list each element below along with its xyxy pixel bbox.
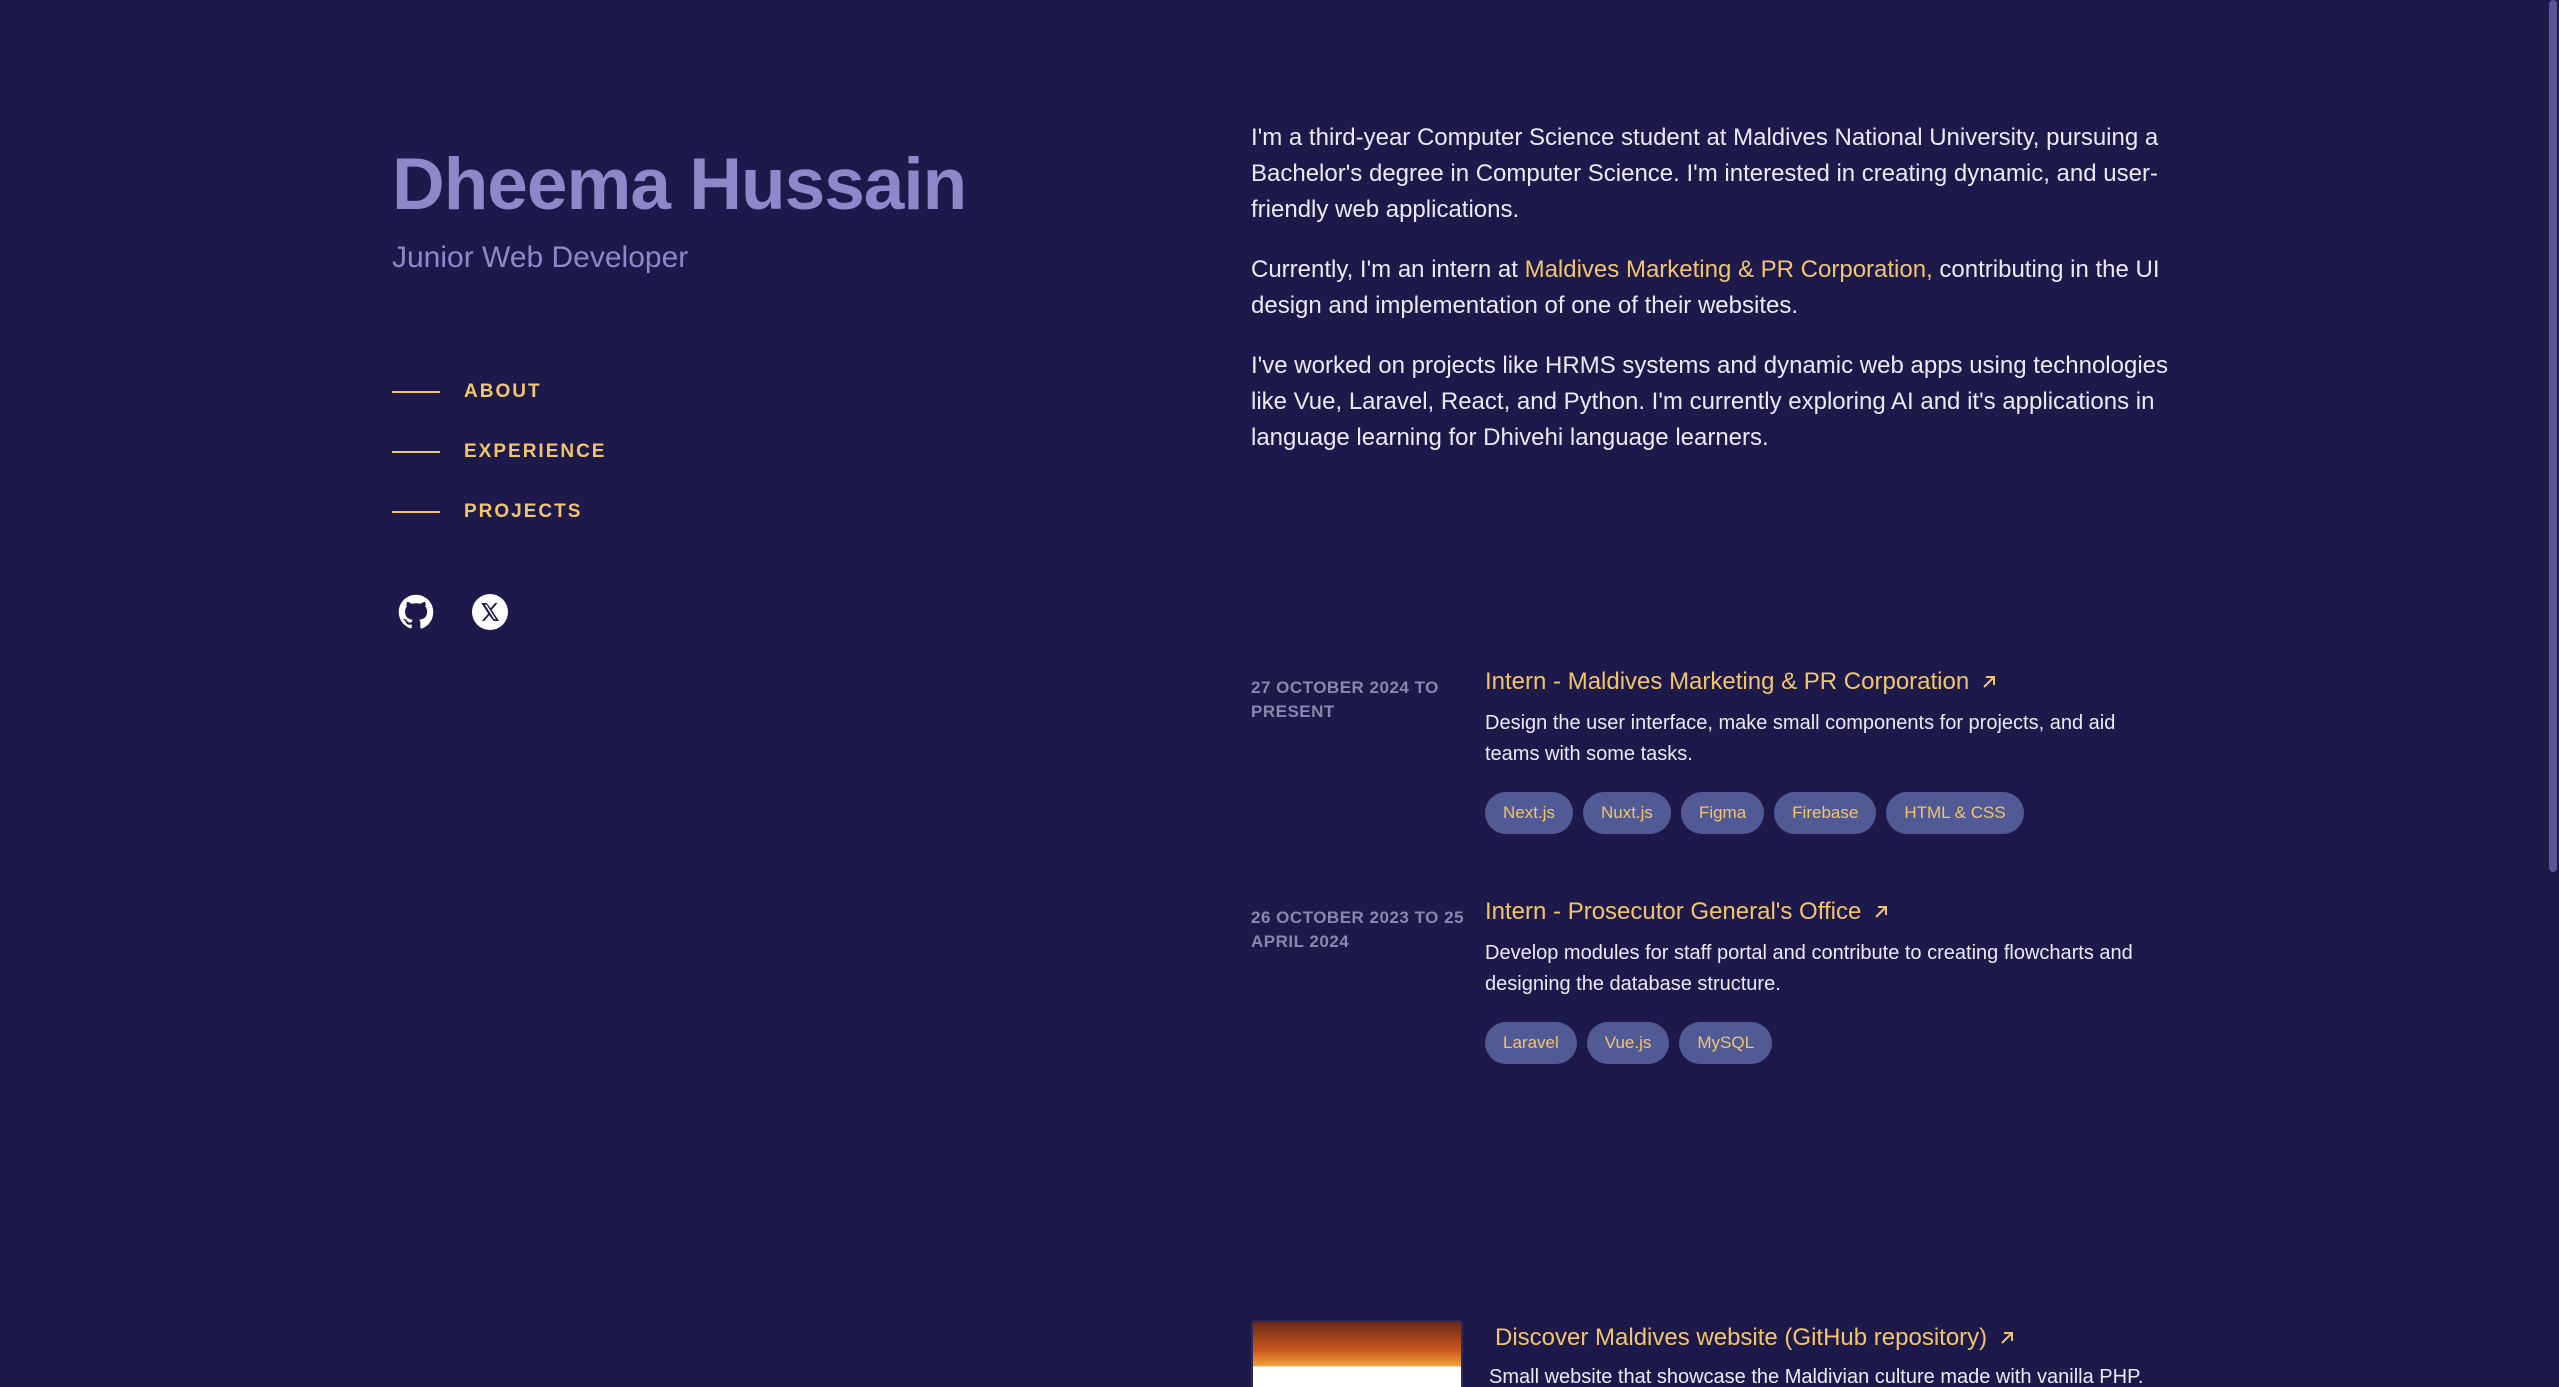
experience-title: Intern - Prosecutor General's Office xyxy=(1485,898,1862,925)
nav-indicator-line xyxy=(392,391,440,393)
tech-tags: Laravel Vue.js MySQL xyxy=(1485,1022,2171,1064)
tech-tag: HTML & CSS xyxy=(1886,792,2024,834)
section-nav: ABOUT EXPERIENCE PROJECTS xyxy=(392,362,1092,542)
tech-tag: Figma xyxy=(1680,792,1765,834)
external-link-arrow-icon xyxy=(1983,676,1996,688)
nav-indicator-line xyxy=(392,451,440,453)
about-paragraph: I've worked on projects like HRMS system… xyxy=(1251,352,2169,451)
vertical-scrollbar[interactable] xyxy=(2545,0,2559,1387)
nav-item-projects[interactable]: PROJECTS xyxy=(392,482,1092,542)
tech-tag: Laravel xyxy=(1485,1022,1577,1064)
experience-title-link[interactable]: Intern - Maldives Marketing & PR Corpora… xyxy=(1485,664,1999,700)
project-title: Discover Maldives website (GitHub reposi… xyxy=(1495,1324,1988,1351)
social-links xyxy=(398,594,1092,630)
about-section: I'm a third-year Computer Science studen… xyxy=(1251,120,2171,480)
experience-body: Intern - Prosecutor General's Office Dev… xyxy=(1485,894,2171,1064)
project-body: Discover Maldives website (GitHub reposi… xyxy=(1489,1320,2171,1387)
portfolio-page: Dheema Hussain Junior Web Developer ABOU… xyxy=(0,0,2559,1387)
experience-item: 27 OCTOBER 2024 TO PRESENT Intern - Mald… xyxy=(1251,664,2171,834)
nav-item-about[interactable]: ABOUT xyxy=(392,362,1092,422)
profile-name: Dheema Hussain xyxy=(392,144,967,225)
x-twitter-icon[interactable] xyxy=(472,594,508,630)
tech-tag: MySQL xyxy=(1679,1022,1773,1064)
project-item: Discover Maldives website (GitHub reposi… xyxy=(1251,1320,2171,1387)
external-link-arrow-icon xyxy=(1875,906,1888,918)
project-description: Small website that showcase the Maldivia… xyxy=(1489,1366,2144,1387)
experience-title: Intern - Maldives Marketing & PR Corpora… xyxy=(1485,668,1970,695)
experience-description: Develop modules for staff portal and con… xyxy=(1485,942,2133,995)
tech-tag: Nuxt.js xyxy=(1582,792,1671,834)
tech-tag: Vue.js xyxy=(1586,1022,1670,1064)
external-link-arrow-icon xyxy=(2001,1332,2014,1344)
nav-label: ABOUT xyxy=(464,381,542,402)
about-paragraph: I'm a third-year Computer Science studen… xyxy=(1251,124,2159,223)
experience-date: 26 OCTOBER 2023 TO 25 APRIL 2024 xyxy=(1251,908,1465,951)
project-thumbnail[interactable] xyxy=(1251,1320,1463,1387)
experience-section: 27 OCTOBER 2024 TO PRESENT Intern - Mald… xyxy=(1251,664,2171,1124)
experience-description: Design the user interface, make small co… xyxy=(1485,712,2116,765)
nav-indicator-line xyxy=(392,511,440,513)
about-text: Currently, I'm an intern at xyxy=(1251,256,1525,283)
experience-body: Intern - Maldives Marketing & PR Corpora… xyxy=(1485,664,2171,834)
profile-column: Dheema Hussain Junior Web Developer ABOU… xyxy=(392,140,1092,630)
company-link[interactable]: Maldives Marketing & PR Corporation, xyxy=(1525,256,1933,283)
nav-item-experience[interactable]: EXPERIENCE xyxy=(392,422,1092,482)
experience-date: 27 OCTOBER 2024 TO PRESENT xyxy=(1251,678,1439,721)
tech-tag: Firebase xyxy=(1774,792,1877,834)
tech-tags: Next.js Nuxt.js Figma Firebase HTML & CS… xyxy=(1485,792,2171,834)
nav-label: EXPERIENCE xyxy=(464,441,607,462)
github-icon[interactable] xyxy=(398,594,434,630)
nav-label: PROJECTS xyxy=(464,501,583,522)
about-paragraph: Currently, I'm an intern at Maldives Mar… xyxy=(1251,252,2171,324)
project-title-link[interactable]: Discover Maldives website (GitHub reposi… xyxy=(1495,1320,2017,1356)
tech-tag: Next.js xyxy=(1485,792,1573,834)
profile-role: Junior Web Developer xyxy=(392,241,689,274)
experience-item: 26 OCTOBER 2023 TO 25 APRIL 2024 Intern … xyxy=(1251,894,2171,1064)
scrollbar-thumb[interactable] xyxy=(2549,0,2557,872)
experience-title-link[interactable]: Intern - Prosecutor General's Office xyxy=(1485,894,1891,930)
